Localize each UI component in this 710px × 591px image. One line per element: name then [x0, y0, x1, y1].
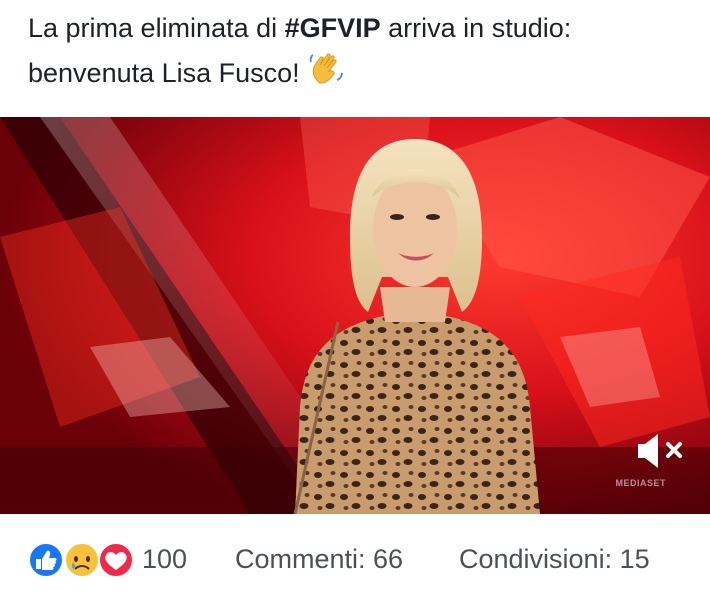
shares-count[interactable]: Condivisioni: 15 — [459, 544, 650, 575]
comments-count[interactable]: Commenti: 66 — [235, 544, 403, 575]
video-player[interactable]: MEDIASET — [0, 117, 710, 514]
post-caption: La prima eliminata di #GFVIP arriva in s… — [28, 6, 698, 95]
channel-watermark: MEDIASET — [615, 478, 666, 488]
reaction-count[interactable]: 100 — [142, 544, 187, 575]
speaker-muted-icon — [638, 434, 682, 468]
mute-button[interactable] — [632, 430, 688, 470]
video-frame — [0, 117, 710, 514]
reactions-summary[interactable] — [26, 542, 138, 578]
sad-icon — [64, 542, 100, 578]
post-footer: 100 Commenti: 66 Condivisioni: 15 — [0, 514, 710, 591]
love-icon — [98, 542, 134, 578]
caption-text-prefix: La prima eliminata di — [28, 13, 285, 43]
hashtag-link[interactable]: #GFVIP — [285, 13, 381, 43]
like-icon — [28, 542, 64, 578]
waving-hand-icon — [307, 50, 345, 88]
